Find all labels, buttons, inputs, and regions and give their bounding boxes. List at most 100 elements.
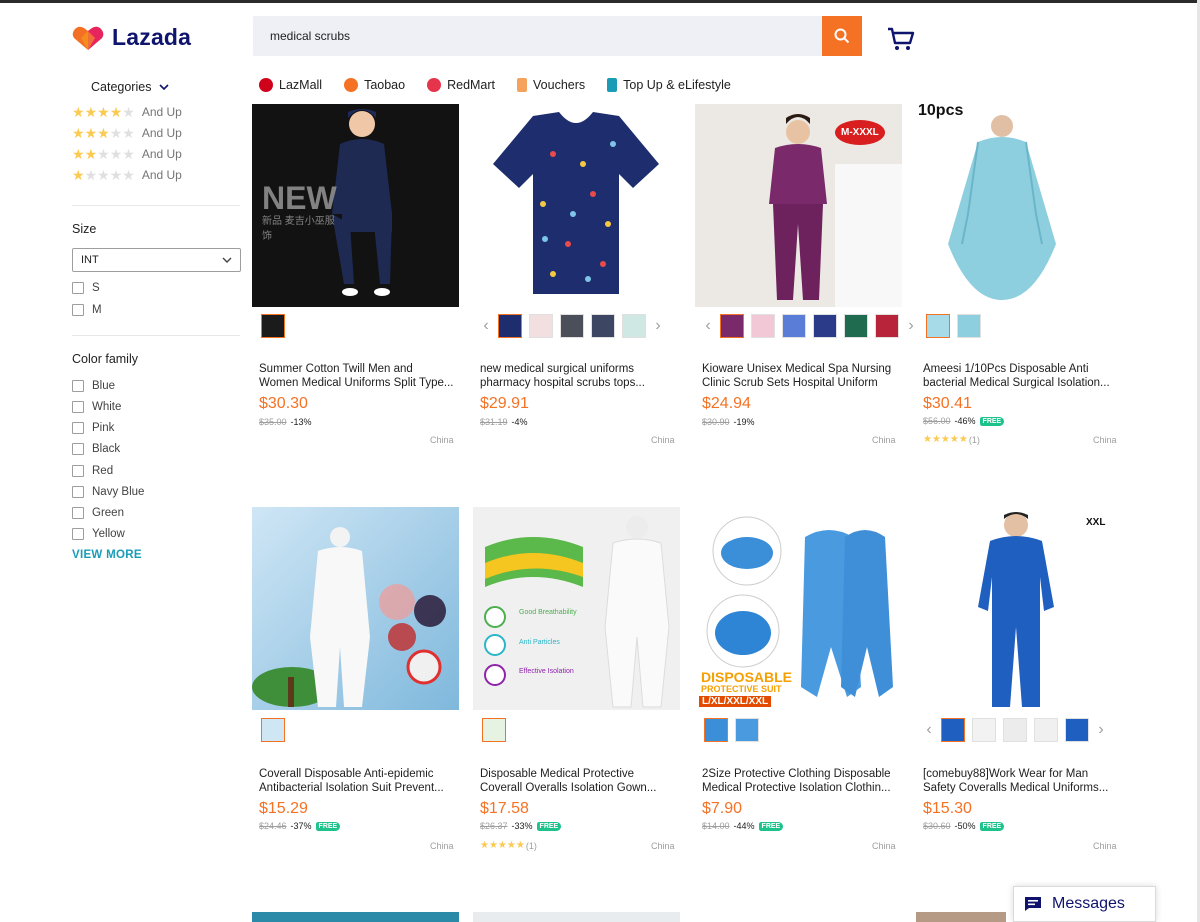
product-card-partial[interactable] xyxy=(916,912,1006,922)
thumbnail[interactable] xyxy=(560,314,584,338)
star-icon: ★ xyxy=(84,125,98,141)
thumbnail[interactable] xyxy=(782,314,806,338)
lazada-logo[interactable]: Lazada xyxy=(72,24,191,51)
product-card[interactable]: 10pcs xyxy=(916,104,1123,307)
size-option[interactable]: S xyxy=(72,282,100,294)
thumbnail[interactable] xyxy=(261,718,285,742)
checkbox[interactable] xyxy=(72,507,84,519)
product-image[interactable]: DISPOSABLE PROTECTIVE SUIT L/XL/XXL/XXL xyxy=(695,507,902,710)
product-image[interactable]: NEW 新品 麦吉小巫服饰 xyxy=(252,104,459,307)
rating-filter-2[interactable]: ★ ★ ★ ★ ★ And Up xyxy=(72,147,182,161)
product-card[interactable]: NEW 新品 麦吉小巫服饰 xyxy=(252,104,459,307)
nav-link-lazmall[interactable]: LazMall xyxy=(259,78,322,92)
nav-link-redmart[interactable]: RedMart xyxy=(427,78,495,92)
product-image[interactable]: M-XXXL xyxy=(695,104,902,307)
checkbox[interactable] xyxy=(72,304,84,316)
thumbnail[interactable] xyxy=(844,314,868,338)
thumbnail[interactable] xyxy=(261,314,285,338)
product-image[interactable]: Good Breathability Anti Particles Effect… xyxy=(473,507,680,710)
product-title[interactable]: Coverall Disposable Anti-epidemic Antiba… xyxy=(259,767,455,795)
checkbox[interactable] xyxy=(72,422,84,434)
thumbnail[interactable] xyxy=(957,314,981,338)
thumbnail[interactable] xyxy=(941,718,965,742)
thumbnail[interactable] xyxy=(813,314,837,338)
product-image[interactable] xyxy=(252,507,459,710)
color-option[interactable]: Red xyxy=(72,465,113,477)
thumbnail[interactable] xyxy=(498,314,522,338)
chevron-right-icon[interactable]: › xyxy=(653,317,663,335)
thumbnail[interactable] xyxy=(720,314,744,338)
product-title[interactable]: new medical surgical uniforms pharmacy h… xyxy=(480,362,676,390)
thumbnail[interactable] xyxy=(704,718,728,742)
thumbnail[interactable] xyxy=(529,314,553,338)
thumbnail[interactable] xyxy=(622,314,646,338)
star-icon: ★ xyxy=(109,104,123,120)
product-title[interactable]: [comebuy88]Work Wear for Man Safety Cove… xyxy=(923,767,1119,795)
product-image[interactable]: XXL xyxy=(916,507,1123,710)
thumbnail[interactable] xyxy=(1034,718,1058,742)
product-card[interactable] xyxy=(252,507,459,710)
product-title[interactable]: Ameesi 1/10Pcs Disposable Anti bacterial… xyxy=(923,362,1119,390)
product-title[interactable]: 2Size Protective Clothing Disposable Med… xyxy=(702,767,898,795)
thumbnail[interactable] xyxy=(1003,718,1027,742)
product-card[interactable]: DISPOSABLE PROTECTIVE SUIT L/XL/XXL/XXL xyxy=(695,507,902,710)
product-card-partial[interactable] xyxy=(473,912,680,922)
size-option[interactable]: M xyxy=(72,304,102,316)
size-select[interactable]: INT xyxy=(72,248,241,272)
color-option[interactable]: Blue xyxy=(72,380,115,392)
product-card[interactable]: Good Breathability Anti Particles Effect… xyxy=(473,507,680,710)
nav-link-taobao[interactable]: Taobao xyxy=(344,78,405,92)
color-option[interactable]: White xyxy=(72,401,121,413)
messages-button[interactable]: Messages xyxy=(1013,886,1156,922)
checkbox[interactable] xyxy=(72,380,84,392)
rating-filter-1[interactable]: ★ ★ ★ ★ ★ And Up xyxy=(72,168,182,182)
product-card[interactable]: XXL xyxy=(916,507,1123,710)
color-option[interactable]: Pink xyxy=(72,422,114,434)
product-title[interactable]: Disposable Medical Protective Coverall O… xyxy=(480,767,676,795)
color-option[interactable]: Black xyxy=(72,443,120,455)
color-option[interactable]: Yellow xyxy=(72,528,125,540)
checkbox[interactable] xyxy=(72,443,84,455)
thumbnail[interactable] xyxy=(591,314,615,338)
product-title[interactable]: Summer Cotton Twill Men and Women Medica… xyxy=(259,362,455,390)
product-image[interactable]: 10pcs xyxy=(916,104,1123,307)
color-option[interactable]: Green xyxy=(72,507,124,519)
product-card-partial[interactable] xyxy=(252,912,459,922)
product-card[interactable]: M-XXXL xyxy=(695,104,902,307)
view-more-link[interactable]: VIEW MORE xyxy=(72,549,142,561)
categories-label: Categories xyxy=(91,80,152,94)
search-input[interactable] xyxy=(253,16,810,56)
thumbnail[interactable] xyxy=(751,314,775,338)
chevron-right-icon[interactable]: › xyxy=(1096,721,1106,739)
top-border xyxy=(0,0,1200,3)
checkbox[interactable] xyxy=(72,282,84,294)
search-button[interactable] xyxy=(822,16,862,56)
chevron-right-icon[interactable]: › xyxy=(906,317,916,335)
thumbnail[interactable] xyxy=(482,718,506,742)
star-icon: ★ xyxy=(109,167,123,183)
product-card[interactable] xyxy=(473,104,680,307)
product-country: China xyxy=(1093,841,1117,851)
checkbox[interactable] xyxy=(72,486,84,498)
nav-link-topup[interactable]: Top Up & eLifestyle xyxy=(607,78,731,92)
thumbnail[interactable] xyxy=(735,718,759,742)
chevron-left-icon[interactable]: ‹ xyxy=(703,317,713,335)
product-title[interactable]: Kioware Unisex Medical Spa Nursing Clini… xyxy=(702,362,898,390)
cart-button[interactable] xyxy=(887,26,915,57)
color-option[interactable]: Navy Blue xyxy=(72,486,144,498)
rating-filter-4[interactable]: ★ ★ ★ ★ ★ And Up xyxy=(72,105,182,119)
categories-dropdown[interactable]: Categories xyxy=(91,80,170,94)
checkbox[interactable] xyxy=(72,401,84,413)
thumbnail[interactable] xyxy=(926,314,950,338)
checkbox[interactable] xyxy=(72,465,84,477)
nav-link-vouchers[interactable]: Vouchers xyxy=(517,78,585,92)
thumbnail[interactable] xyxy=(875,314,899,338)
checkbox[interactable] xyxy=(72,528,84,540)
thumbnail[interactable] xyxy=(972,718,996,742)
chevron-left-icon[interactable]: ‹ xyxy=(924,721,934,739)
product-image[interactable] xyxy=(473,104,680,307)
chevron-left-icon[interactable]: ‹ xyxy=(481,317,491,335)
rating-filter-3[interactable]: ★ ★ ★ ★ ★ And Up xyxy=(72,126,182,140)
thumbnail[interactable] xyxy=(1065,718,1089,742)
color-option-label: Yellow xyxy=(92,528,125,540)
